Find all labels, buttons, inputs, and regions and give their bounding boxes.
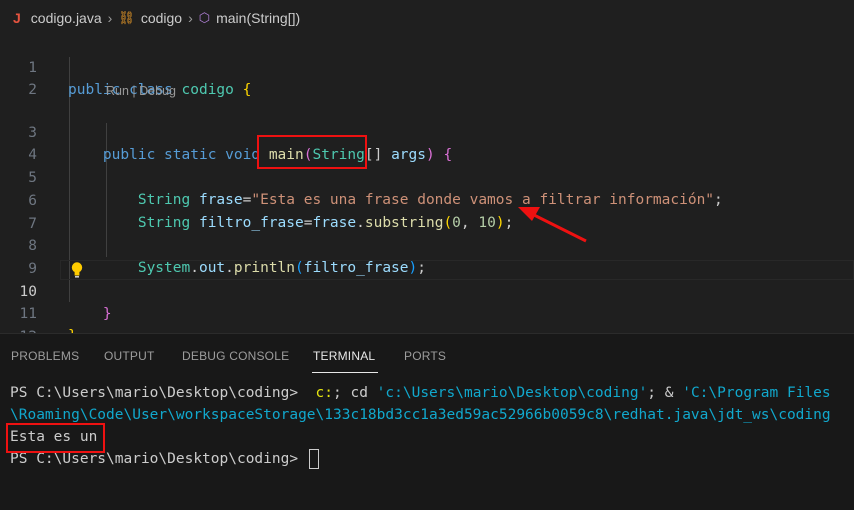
breadcrumb-method[interactable]: main(String[])	[216, 10, 300, 26]
annotation-output-box	[6, 423, 105, 453]
terminal-line: PS C:\Users\mario\Desktop\coding>	[10, 448, 854, 470]
java-file-icon: J	[13, 10, 21, 26]
bottom-panel: PROBLEMS OUTPUT DEBUG CONSOLE TERMINAL P…	[0, 333, 854, 510]
tab-terminal[interactable]: TERMINAL	[313, 349, 375, 363]
code-editor[interactable]: 1 public class codigo { 2 Run | Debug 3 …	[0, 35, 854, 333]
tab-debug-console[interactable]: DEBUG CONSOLE	[182, 349, 289, 363]
breadcrumb-file[interactable]: codigo.java	[31, 10, 102, 26]
active-tab-indicator	[312, 372, 378, 373]
chevron-right-icon: ›	[188, 10, 193, 26]
tab-output[interactable]: OUTPUT	[104, 349, 155, 363]
chevron-right-icon: ›	[107, 10, 113, 26]
breadcrumb: J codigo.java › ⛓ codigo › ⬡ main(String…	[0, 0, 854, 36]
terminal-path: 'c:\Users\mario\Desktop\coding'	[376, 385, 648, 401]
terminal-command: c:	[315, 385, 334, 401]
terminal-text: ; &	[647, 385, 683, 401]
breadcrumb-class[interactable]: codigo	[141, 10, 182, 26]
terminal-prompt: PS C:\Users\mario\Desktop\coding>	[10, 385, 307, 401]
class-icon: ⛓	[118, 10, 135, 25]
annotation-arrow-icon	[518, 207, 587, 243]
terminal-text: ; cd	[333, 385, 377, 401]
method-icon: ⬡	[198, 10, 211, 25]
terminal-path: 'C:\Program Files	[682, 385, 831, 401]
terminal-line: \Roaming\Code\User\workspaceStorage\133c…	[10, 407, 831, 423]
terminal-line: PS C:\Users\mario\Desktop\coding> c:; cd…	[10, 382, 854, 404]
terminal-cursor	[308, 449, 319, 469]
tab-problems[interactable]: PROBLEMS	[11, 349, 79, 363]
panel-tabs: PROBLEMS OUTPUT DEBUG CONSOLE TERMINAL P…	[0, 334, 854, 380]
terminal-program-output: Esta es un	[10, 429, 98, 445]
terminal-prompt: PS C:\Users\mario\Desktop\coding>	[10, 451, 307, 467]
tab-ports[interactable]: PORTS	[404, 349, 446, 363]
terminal-output[interactable]: PS C:\Users\mario\Desktop\coding> c:; cd…	[10, 382, 854, 470]
